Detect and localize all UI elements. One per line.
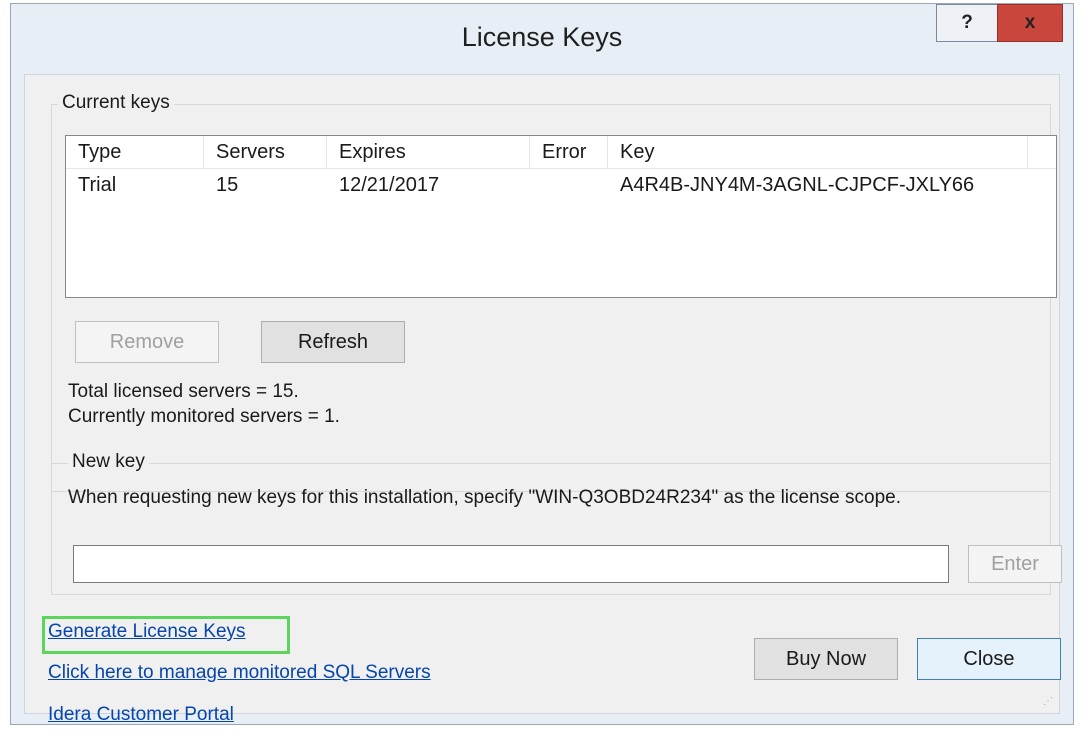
window-close-button[interactable]: x (997, 4, 1063, 42)
buy-now-button[interactable]: Buy Now (754, 638, 898, 680)
current-keys-label: Current keys (58, 92, 174, 114)
license-keys-dialog: License Keys ? x Current keys Type Serve… (10, 3, 1074, 725)
cell-error (530, 170, 608, 200)
column-header-expires[interactable]: Expires (327, 136, 530, 168)
column-header-error[interactable]: Error (530, 136, 608, 168)
close-icon: x (1024, 12, 1036, 33)
column-header-key[interactable]: Key (608, 136, 1028, 168)
new-key-label: New key (68, 451, 149, 473)
cell-type: Trial (78, 174, 117, 196)
refresh-button[interactable]: Refresh (261, 321, 405, 363)
enter-button[interactable]: Enter (968, 545, 1062, 583)
cell-servers: 15 (216, 174, 239, 196)
close-button[interactable]: Close (917, 638, 1061, 680)
generate-license-keys-link[interactable]: Generate License Keys (48, 621, 246, 643)
table-row[interactable]: Trial 15 12/21/2017 A4R4B-JNY4M-3AGNL-CJ… (66, 170, 1056, 200)
window-title: License Keys (461, 22, 623, 52)
license-scope-instruction: When requesting new keys for this instal… (68, 487, 901, 508)
cell-expires: 12/21/2017 (339, 174, 440, 196)
title-bar: License Keys ? x (11, 4, 1073, 76)
help-button[interactable]: ? (936, 4, 998, 42)
currently-monitored-text: Currently monitored servers = 1. (68, 406, 340, 427)
cell-key: A4R4B-JNY4M-3AGNL-CJPCF-JXLY66 (620, 174, 975, 196)
list-header: Type Servers Expires Error Key (66, 136, 1056, 169)
help-icon: ? (961, 12, 973, 33)
customer-portal-link[interactable]: Idera Customer Portal (48, 704, 234, 726)
resize-grip-icon[interactable]: ⋰ (1043, 697, 1055, 709)
dialog-client-area: Current keys Type Servers Expires Error … (24, 74, 1062, 725)
total-licensed-text: Total licensed servers = 15. (68, 381, 299, 402)
column-header-servers[interactable]: Servers (204, 136, 327, 168)
remove-button[interactable]: Remove (75, 321, 219, 363)
column-header-type[interactable]: Type (66, 136, 204, 168)
license-keys-list[interactable]: Type Servers Expires Error Key Trial 15 … (65, 135, 1057, 298)
new-key-input[interactable] (73, 545, 949, 583)
manage-sql-servers-link[interactable]: Click here to manage monitored SQL Serve… (48, 662, 431, 684)
